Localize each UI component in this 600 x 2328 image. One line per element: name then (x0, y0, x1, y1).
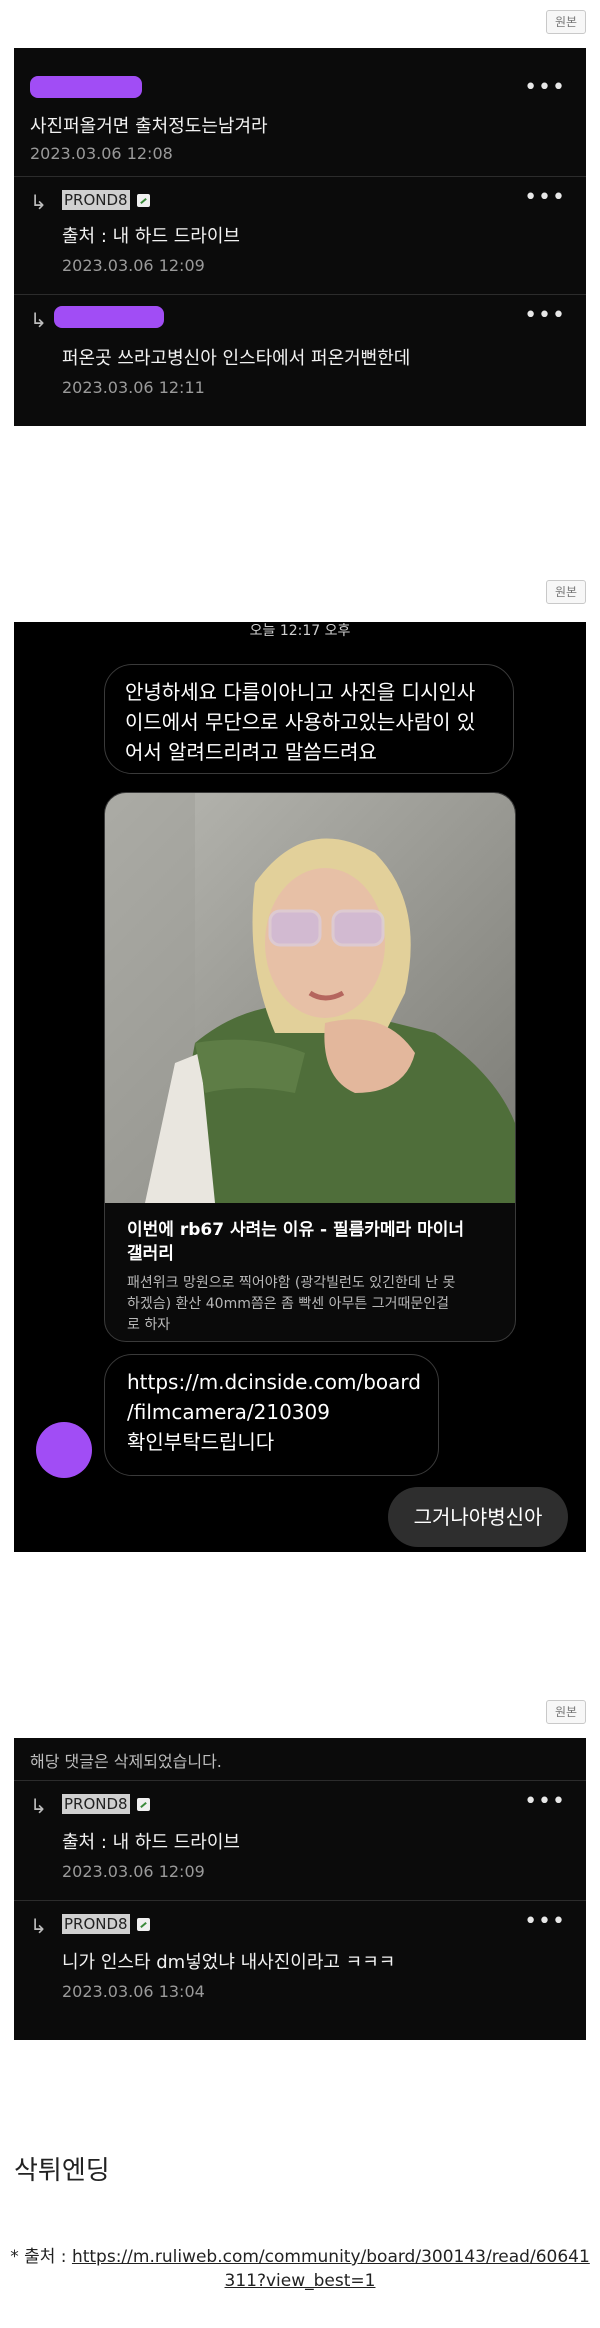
reply-nickname[interactable]: PROND8 (62, 190, 130, 210)
fixed-nick-icon (137, 194, 150, 207)
fixed-nick-icon (137, 1798, 150, 1811)
reply-arrow-icon: ↳ (30, 190, 47, 214)
source-link[interactable]: https://m.ruliweb.com/community/board/30… (72, 2247, 590, 2291)
more-options-icon[interactable]: ••• (524, 187, 566, 209)
preview-title: 이번에 rb67 사려는 이유 - 필름카메라 마이너 갤러리 (127, 1220, 465, 1264)
comment-date: 2023.03.06 12:08 (30, 144, 173, 163)
fixed-nick-icon (137, 1918, 150, 1931)
comment-panel-1: ••• 사진퍼올거면 출처정도는남겨라 2023.03.06 12:08 ↳ P… (14, 48, 586, 426)
reply-arrow-icon: ↳ (30, 1794, 47, 1818)
reply-date: 2023.03.06 12:09 (62, 1862, 205, 1881)
reply-date: 2023.03.06 12:11 (62, 378, 205, 397)
comment-item: ••• 사진퍼올거면 출처정도는남겨라 2023.03.06 12:08 (14, 48, 586, 177)
comment-text: 사진퍼올거면 출처정도는남겨라 (30, 116, 268, 137)
sender-avatar (36, 1422, 92, 1478)
dm-chat-screenshot: 오늘 12:17 오후 안녕하세요 다름이아니고 사진을 디시인사 이드에서 무… (14, 622, 586, 1552)
reply-item: ↳ ••• 퍼온곳 쓰라고병신아 인스타에서 퍼온거뻔한데 2023.03.06… (14, 294, 586, 426)
reply-item: ↳ PROND8 ••• 출처 : 내 하드 드라이브 2023.03.06 1… (14, 1780, 586, 1901)
original-image-button[interactable]: 원본 (546, 10, 586, 34)
reply-text: 출처 : 내 하드 드라이브 (62, 1832, 240, 1853)
redacted-nickname (54, 306, 164, 328)
link-preview-card[interactable]: 이번에 rb67 사려는 이유 - 필름카메라 마이너 갤러리 패션위크 망원으… (104, 792, 516, 1342)
reply-date: 2023.03.06 13:04 (62, 1982, 205, 2001)
reply-date: 2023.03.06 12:09 (62, 256, 205, 275)
post-title: 삭튀엔딩 (14, 2156, 110, 2186)
reply-item: ↳ PROND8 ••• 니가 인스타 dm넣었냐 내사진이라고 ㅋㅋㅋ 202… (14, 1900, 586, 2020)
reply-text: 출처 : 내 하드 드라이브 (62, 226, 240, 247)
reply-arrow-icon: ↳ (30, 1914, 47, 1938)
comment-panel-2: 해당 댓글은 삭제되었습니다. ↳ PROND8 ••• 출처 : 내 하드 드… (14, 1738, 586, 2040)
reply-arrow-icon: ↳ (30, 308, 47, 332)
chat-timestamp: 오늘 12:17 오후 (249, 623, 351, 639)
reply-text: 퍼온곳 쓰라고병신아 인스타에서 퍼온거뻔한데 (62, 348, 411, 369)
deleted-comment: 해당 댓글은 삭제되었습니다. (14, 1738, 586, 1781)
outgoing-message-bubble: 그거나야병신아 (388, 1487, 568, 1547)
reply-nickname[interactable]: PROND8 (62, 1794, 130, 1814)
source-line: * 출처 : https://m.ruliweb.com/community/b… (10, 2245, 590, 2293)
redacted-nickname (30, 76, 142, 98)
more-options-icon[interactable]: ••• (524, 305, 566, 327)
reply-text: 니가 인스타 dm넣었냐 내사진이라고 ㅋㅋㅋ (62, 1952, 396, 1973)
deleted-notice: 해당 댓글은 삭제되었습니다. (30, 1752, 222, 1771)
more-options-icon[interactable]: ••• (524, 77, 566, 99)
incoming-message-bubble: 안녕하세요 다름이아니고 사진을 디시인사 이드에서 무단으로 사용하고있는사람… (104, 664, 514, 774)
more-options-icon[interactable]: ••• (524, 1911, 566, 1933)
source-label: * 출처 : (10, 2247, 72, 2267)
reply-nickname[interactable]: PROND8 (62, 1914, 130, 1934)
reply-item: ↳ PROND8 ••• 출처 : 내 하드 드라이브 2023.03.06 1… (14, 176, 586, 295)
more-options-icon[interactable]: ••• (524, 1791, 566, 1813)
original-image-button[interactable]: 원본 (546, 580, 586, 604)
preview-photo (105, 793, 515, 1203)
preview-description: 패션위크 망원으로 찍어야함 (광각빌런도 있긴한데 난 못 하겠슴) 환산 4… (127, 1275, 456, 1333)
incoming-link-message[interactable]: https://m.dcinside.com/board /filmcamera… (104, 1354, 439, 1476)
original-image-button[interactable]: 원본 (546, 1700, 586, 1724)
